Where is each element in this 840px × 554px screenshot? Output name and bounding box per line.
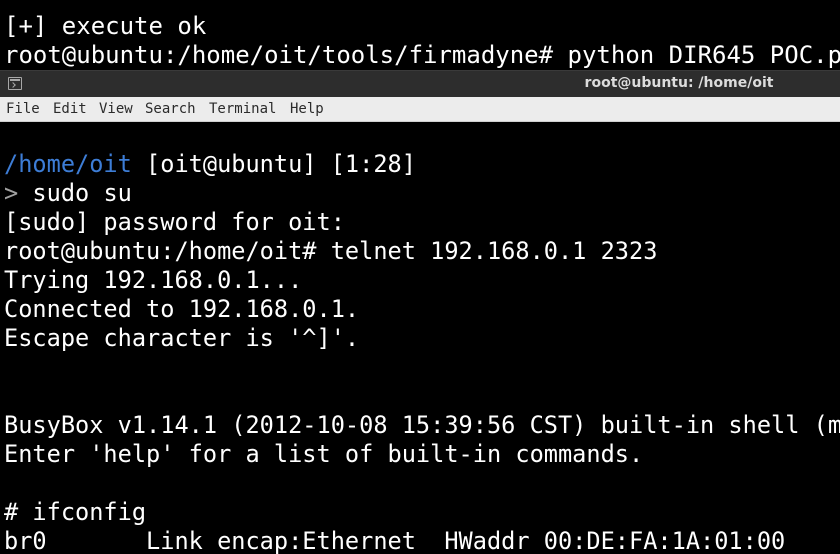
prompt-line: /home/oit [oit@ubuntu] [1:28] (4, 150, 416, 179)
terminal-titlebar[interactable]: root@ubuntu: /home/oit (0, 70, 840, 97)
connected-line: Connected to 192.168.0.1. (4, 295, 360, 323)
command-sudo: sudo su (32, 179, 132, 207)
bg-terminal-line-2: root@ubuntu:/home/oit/tools/firmadyne# p… (4, 41, 840, 69)
terminal-output[interactable]: /home/oit [oit@ubuntu] [1:28] > sudo su … (0, 122, 840, 554)
sudo-password-line: [sudo] password for oit: (4, 208, 345, 236)
command-line: > sudo su (4, 179, 132, 208)
menu-search[interactable]: Search (145, 100, 196, 118)
window-title: root@ubuntu: /home/oit (584, 75, 774, 91)
menu-view[interactable]: View (99, 100, 133, 118)
escape-line: Escape character is '^]'. (4, 324, 360, 352)
bg-terminal-line-1: [+] execute ok (4, 12, 207, 40)
prompt-user: [oit@ubuntu] [1:28] (131, 150, 416, 178)
br0-line: br0 Link encap:Ethernet HWaddr 00:DE:FA:… (4, 527, 786, 554)
background-terminal: [+] execute ok root@ubuntu:/home/oit/too… (0, 0, 840, 70)
telnet-command-line: root@ubuntu:/home/oit# telnet 192.168.0.… (4, 237, 658, 265)
menu-edit[interactable]: Edit (53, 100, 87, 118)
prompt-path: /home/oit (4, 150, 132, 178)
menu-file[interactable]: File (6, 100, 40, 118)
menu-help[interactable]: Help (290, 100, 324, 118)
menu-terminal[interactable]: Terminal (209, 100, 276, 118)
ifconfig-command-line: # ifconfig (4, 498, 147, 526)
help-hint-line: Enter 'help' for a list of built-in comm… (4, 440, 644, 468)
prompt-arrow: > (4, 179, 33, 207)
menu-bar: File Edit View Search Terminal Help (0, 97, 840, 122)
busybox-banner-line: BusyBox v1.14.1 (2012-10-08 15:39:56 CST… (4, 411, 840, 439)
trying-line: Trying 192.168.0.1... (4, 266, 303, 294)
